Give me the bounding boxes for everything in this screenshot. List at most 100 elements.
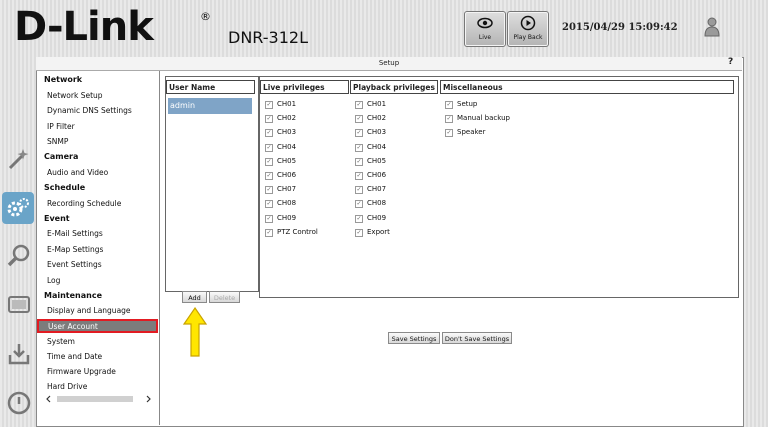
live-label: PTZ Control <box>277 227 318 236</box>
misc-checkbox[interactable]: ✓ <box>445 129 453 138</box>
section-maintenance: Maintenance <box>44 291 103 300</box>
playback-label: CH07 <box>367 185 387 194</box>
live-label: CH03 <box>277 128 297 137</box>
privileges-panel <box>259 76 739 298</box>
sidebar-item-display-language[interactable]: Display and Language <box>47 306 131 315</box>
frame-title: Setup <box>36 57 742 71</box>
sidebar-item-emap[interactable]: E-Map Settings <box>47 245 103 254</box>
misc-header: Miscellaneous <box>440 80 734 94</box>
live-checkbox[interactable]: ✓ <box>265 186 273 195</box>
playback-label: CH02 <box>367 114 387 123</box>
live-label: CH07 <box>277 185 297 194</box>
arrow-indicator <box>182 306 208 357</box>
sidebar: Network Network Setup Dynamic DNS Settin… <box>37 71 160 425</box>
playback-checkbox[interactable]: ✓ <box>355 172 363 180</box>
user-icon[interactable] <box>703 16 721 38</box>
sidebar-item-network-setup[interactable]: Network Setup <box>47 91 103 100</box>
model-name: DNR-312L <box>228 28 308 47</box>
user-row-admin[interactable]: admin <box>168 98 252 114</box>
sidebar-item-recording-schedule[interactable]: Recording Schedule <box>47 199 121 208</box>
live-label: CH02 <box>277 114 297 123</box>
dont-save-settings-button[interactable]: Don't Save Settings <box>442 332 512 344</box>
help-icon[interactable]: ? <box>728 57 733 67</box>
sidebar-item-system[interactable]: System <box>47 337 75 346</box>
playback-label: CH04 <box>367 142 387 151</box>
add-user-button[interactable]: Add <box>182 291 207 303</box>
sidebar-item-firmware[interactable]: Firmware Upgrade <box>47 367 116 376</box>
playback-checkbox[interactable]: ✓ <box>355 115 363 124</box>
live-checkbox[interactable]: ✓ <box>265 157 273 166</box>
section-schedule: Schedule <box>44 183 86 192</box>
download-icon[interactable] <box>6 341 32 367</box>
live-label: CH08 <box>277 199 297 208</box>
wizard-icon[interactable] <box>6 146 32 172</box>
playback-checkbox[interactable]: ✓ <box>355 101 363 109</box>
misc-label: Manual backup <box>457 114 510 123</box>
playback-label: CH01 <box>367 100 387 108</box>
misc-checkbox[interactable]: ✓ <box>445 101 453 109</box>
live-label: CH01 <box>277 100 297 108</box>
playback-label: CH05 <box>367 156 387 165</box>
live-label: CH05 <box>277 156 297 165</box>
misc-label: Speaker <box>457 128 486 137</box>
live-checkbox[interactable]: ✓ <box>265 101 273 109</box>
playback-label: CH03 <box>367 128 387 137</box>
save-settings-button[interactable]: Save Settings <box>388 332 440 344</box>
live-checkbox[interactable]: ✓ <box>265 172 273 180</box>
registered-mark: ® <box>200 10 211 23</box>
playback-label: CH08 <box>367 199 387 208</box>
live-privileges-header: Live privileges <box>260 80 349 94</box>
sidebar-item-event-settings[interactable]: Event Settings <box>47 260 102 269</box>
playback-checkbox[interactable]: ✓ <box>355 129 363 138</box>
monitor-icon[interactable] <box>6 292 32 318</box>
live-label: CH09 <box>277 213 297 222</box>
dlink-logo: D-Link <box>14 4 154 50</box>
power-icon[interactable] <box>6 390 32 416</box>
delete-user-button[interactable]: Delete <box>209 291 240 303</box>
live-checkbox[interactable]: ✓ <box>265 115 273 124</box>
datetime-display: 2015/04/29 15:09:42 <box>562 22 678 33</box>
playback-checkbox[interactable]: ✓ <box>355 200 363 209</box>
live-label: Live <box>478 34 492 41</box>
search-icon[interactable] <box>6 243 32 269</box>
live-checkbox[interactable]: ✓ <box>265 129 273 138</box>
sidebar-item-email[interactable]: E-Mail Settings <box>47 229 103 238</box>
sidebar-item-log[interactable]: Log <box>47 276 60 285</box>
play-icon <box>520 15 536 31</box>
live-button[interactable]: Live <box>464 11 506 47</box>
sidebar-item-audio-video[interactable]: Audio and Video <box>47 168 108 177</box>
user-name-header: User Name <box>166 80 255 94</box>
playback-checkbox[interactable]: ✓ <box>355 228 363 237</box>
live-checkbox[interactable]: ✓ <box>265 214 273 223</box>
playback-checkbox[interactable]: ✓ <box>355 186 363 195</box>
scroll-left-icon <box>46 395 51 403</box>
playback-label: CH06 <box>367 171 387 179</box>
section-network: Network <box>44 75 83 84</box>
sidebar-item-user-account[interactable]: User Account <box>37 319 158 333</box>
eye-icon <box>477 17 493 29</box>
misc-label: Setup <box>457 100 478 108</box>
playback-label: Play Back <box>513 34 543 41</box>
playback-label: CH09 <box>367 213 387 222</box>
section-event: Event <box>44 214 70 223</box>
sidebar-item-ip-filter[interactable]: IP Filter <box>47 122 75 131</box>
sidebar-item-user-account-label: User Account <box>48 322 98 331</box>
live-checkbox[interactable]: ✓ <box>265 200 273 209</box>
live-checkbox[interactable]: ✓ <box>265 143 273 152</box>
settings-gear-icon[interactable] <box>5 195 31 221</box>
live-label: CH06 <box>277 171 297 179</box>
misc-checkbox[interactable]: ✓ <box>445 115 453 124</box>
live-label: CH04 <box>277 142 297 151</box>
sidebar-item-hard-drive[interactable]: Hard Drive <box>47 382 87 391</box>
playback-checkbox[interactable]: ✓ <box>355 214 363 223</box>
playback-button[interactable]: Play Back <box>507 11 549 47</box>
playback-checkbox[interactable]: ✓ <box>355 143 363 152</box>
sidebar-scrollbar[interactable] <box>45 394 153 404</box>
live-checkbox[interactable]: ✓ <box>265 228 273 237</box>
playback-label: Export <box>367 227 390 236</box>
sidebar-item-time-date[interactable]: Time and Date <box>47 352 102 361</box>
section-camera: Camera <box>44 152 79 161</box>
sidebar-item-ddns[interactable]: Dynamic DNS Settings <box>47 106 132 115</box>
sidebar-item-snmp[interactable]: SNMP <box>47 137 68 146</box>
playback-checkbox[interactable]: ✓ <box>355 157 363 166</box>
